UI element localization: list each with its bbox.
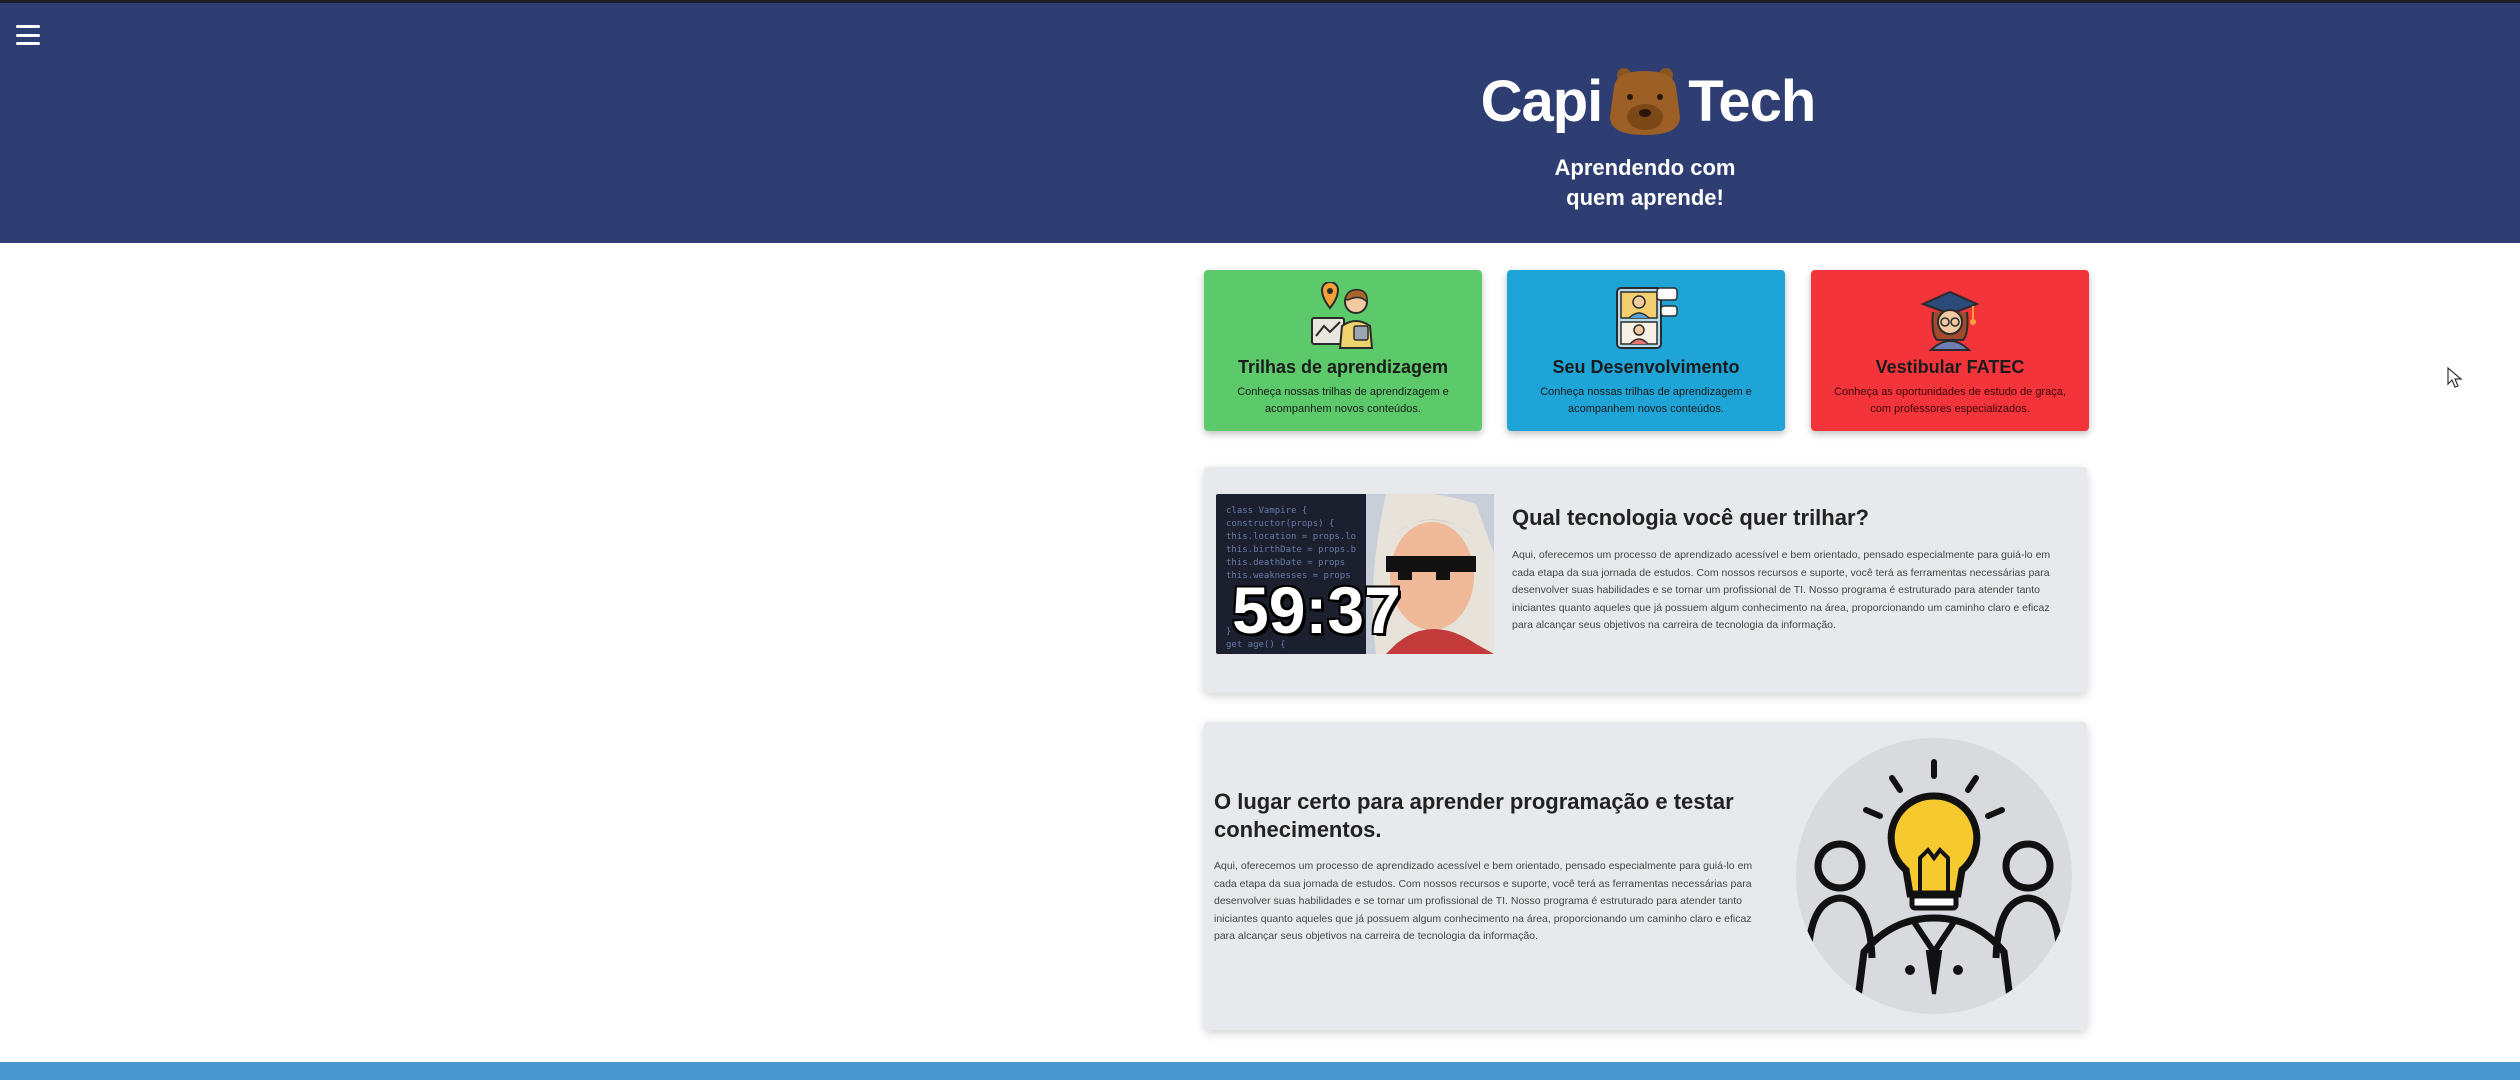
section-text: Aqui, oferecemos um processo de aprendiz…	[1214, 860, 1753, 942]
video-call-illustration	[1616, 287, 1678, 349]
card-fatec-exam[interactable]: Vestibular FATEC Conheça as oportunidade…	[1811, 270, 2089, 431]
card-title: Vestibular FATEC	[1875, 357, 2025, 377]
card-description: Conheça nossas trilhas de aprendizagem e…	[1237, 386, 1449, 415]
section-title: Qual tecnologia você quer trilhar?	[1512, 505, 1869, 530]
card-learning-paths[interactable]: Trilhas de aprendizagem Conheça nossas t…	[1204, 270, 1482, 431]
video-duration: 59:37	[1232, 573, 1401, 647]
site-logo[interactable]: Capi Tech	[1478, 61, 1818, 141]
code-line: this.birthDate = props.b	[1226, 545, 1357, 555]
menu-line	[16, 42, 40, 45]
lightbulb-icon	[1804, 759, 2064, 1014]
footer-bar	[0, 1062, 2520, 1080]
map-learner-illustration	[1311, 282, 1374, 349]
code-line: }	[1226, 627, 1232, 637]
logo-text-capi: Capi	[1480, 68, 1604, 134]
section-learning-place: O lugar certo para aprender programação …	[1204, 722, 2087, 1030]
card-description: Conheça nossas trilhas de aprendizagem e…	[1540, 386, 1752, 415]
graduate-illustration	[1920, 290, 1980, 351]
code-line: constructor(props) {	[1226, 519, 1335, 529]
code-line: this.location = props.lo	[1226, 532, 1357, 542]
logo-text-tech: Tech	[1688, 68, 1816, 134]
site-header: Capi Tech Aprendendo com quem aprende!	[0, 3, 2520, 243]
mouse-cursor-icon	[2447, 367, 2463, 388]
tagline-line-2: quem aprende!	[1566, 185, 1724, 210]
hamburger-menu-icon[interactable]	[16, 25, 40, 45]
card-title: Seu Desenvolvimento	[1552, 357, 1740, 377]
code-line: this.deathDate = props	[1226, 558, 1346, 568]
lightbulb-team-illustration	[1796, 738, 2072, 1014]
card-description: Conheça as oportunidades de estudo de gr…	[1834, 386, 2066, 415]
video-thumbnail[interactable]: class Vampire { constructor(props) { thi…	[1216, 494, 1494, 654]
tagline-line-1: Aprendendo com	[1554, 155, 1736, 180]
card-title: Trilhas de aprendizagem	[1237, 357, 1449, 377]
capybara-icon	[1610, 68, 1681, 135]
menu-line	[16, 33, 40, 37]
code-line: class Vampire {	[1226, 506, 1308, 516]
tagline: Aprendendo com quem aprende!	[1500, 153, 1790, 213]
section-text: Aqui, oferecemos um processo de aprendiz…	[1512, 549, 2051, 631]
card-development[interactable]: Seu Desenvolvimento Conheça nossas trilh…	[1507, 270, 1785, 431]
menu-line	[16, 25, 40, 28]
section-title: O lugar certo para aprender programação …	[1214, 789, 1734, 842]
section-technology: class Vampire { constructor(props) { thi…	[1204, 467, 2087, 693]
